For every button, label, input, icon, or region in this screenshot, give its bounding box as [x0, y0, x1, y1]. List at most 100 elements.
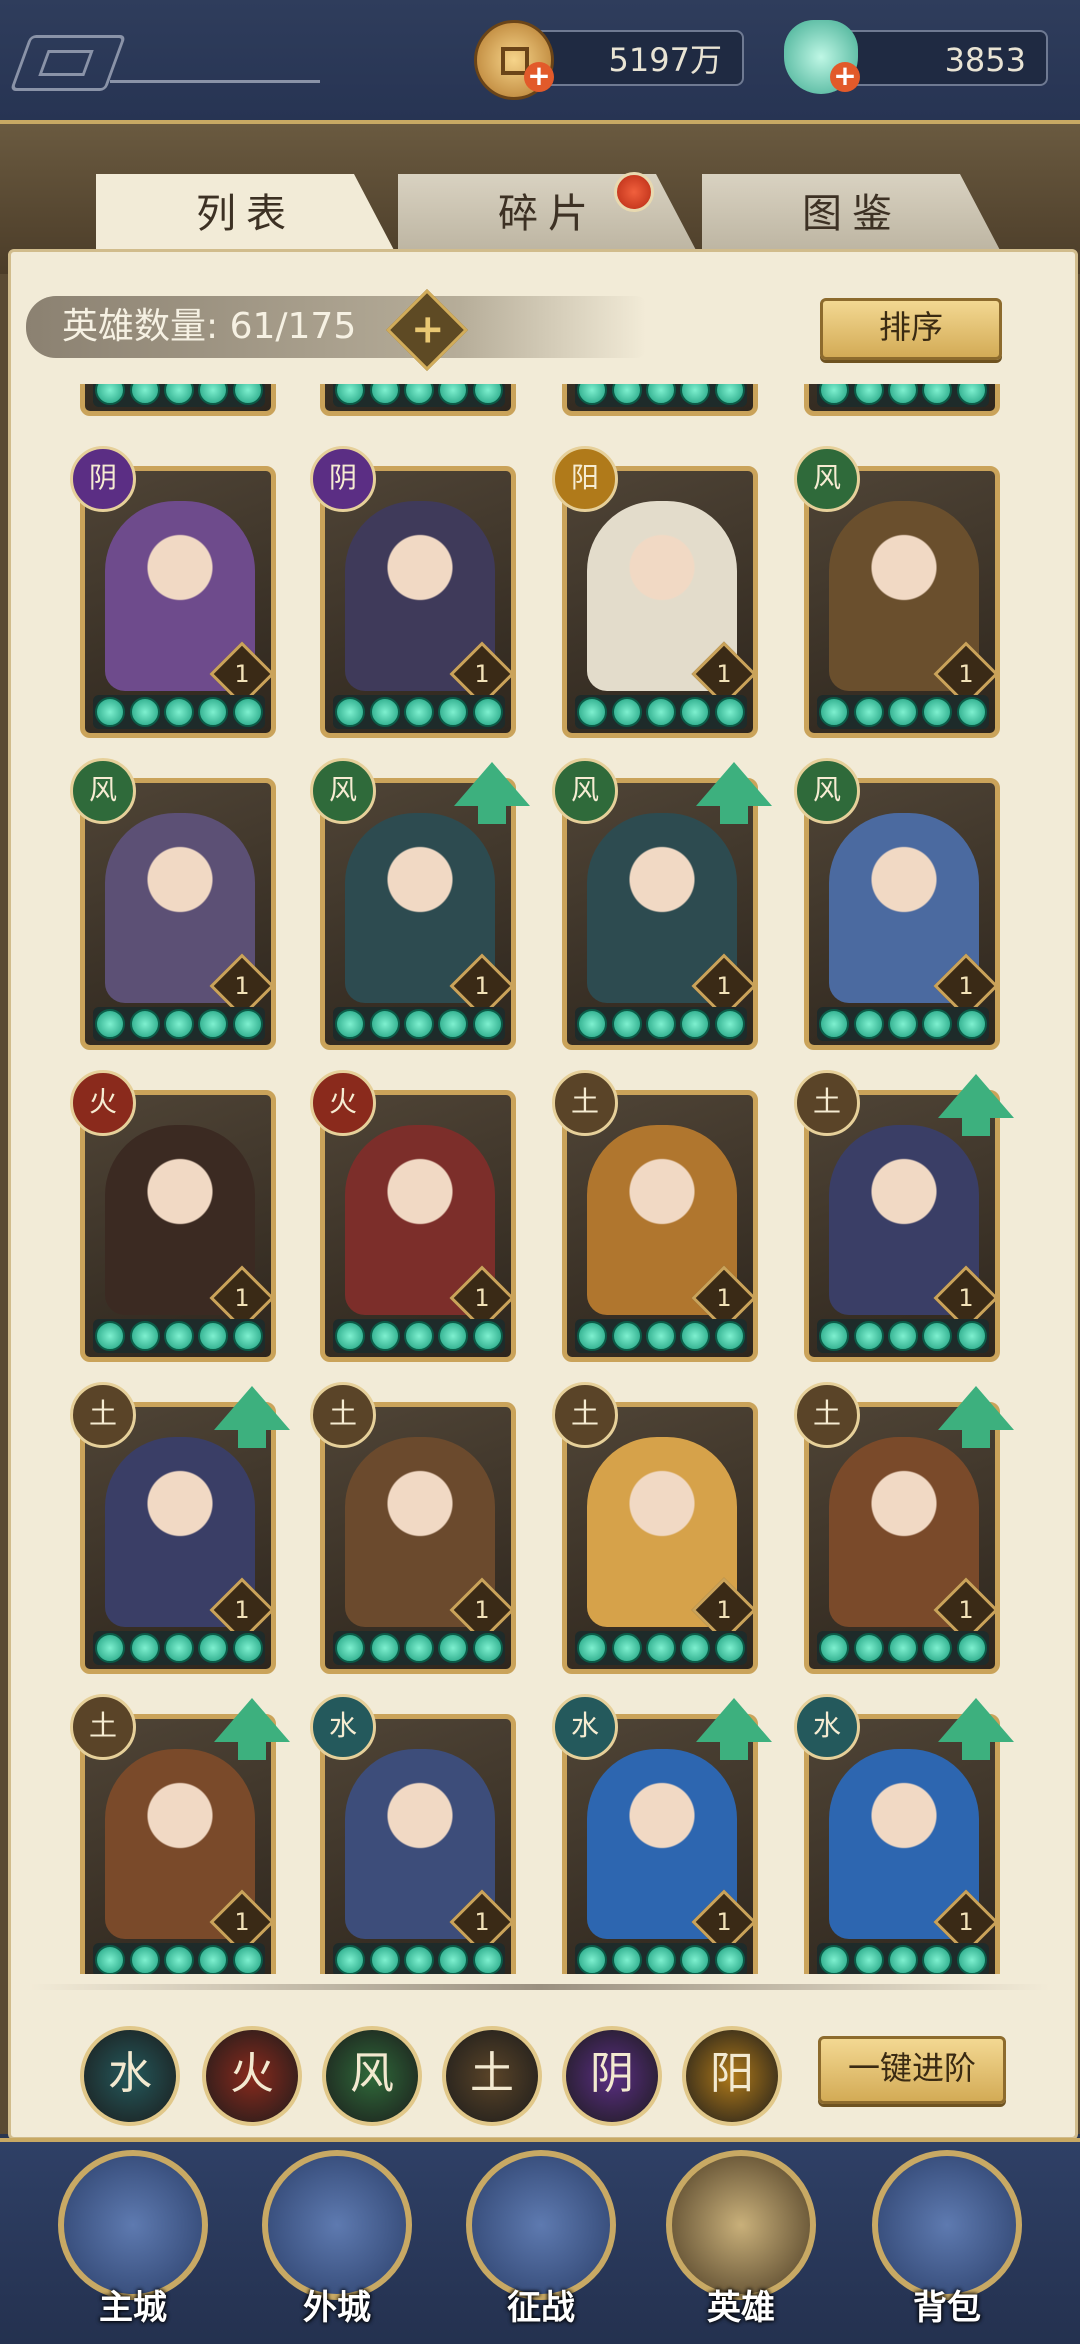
star-row	[93, 1319, 265, 1353]
star-icon	[887, 1321, 918, 1351]
star-icon	[611, 1633, 642, 1663]
star-icon	[369, 697, 400, 727]
star-row	[575, 695, 747, 729]
star-icon	[577, 1945, 608, 1974]
star-icon	[472, 1633, 503, 1663]
notification-dot	[614, 172, 654, 212]
star-icon	[95, 697, 126, 727]
nav-main-city-label: 主城	[99, 2288, 167, 2328]
element-badge: 火	[310, 1070, 376, 1136]
star-icon	[335, 1633, 366, 1663]
hero-card[interactable]	[562, 384, 758, 416]
hero-card[interactable]	[320, 384, 516, 416]
tab-list[interactable]: 列表	[96, 174, 396, 254]
star-icon	[232, 697, 263, 727]
star-icon	[922, 1321, 953, 1351]
star-row	[817, 1007, 989, 1041]
hero-level: 1	[958, 1284, 974, 1312]
star-icon	[198, 1009, 229, 1039]
element-filter-button[interactable]: 风	[322, 2026, 422, 2126]
star-icon	[438, 697, 469, 727]
element-filter-button[interactable]: 阴	[562, 2026, 662, 2126]
star-icon	[887, 384, 918, 405]
hero-level: 1	[958, 1596, 974, 1624]
star-icon	[887, 697, 918, 727]
star-icon	[129, 1633, 160, 1663]
star-icon	[956, 384, 987, 405]
star-icon	[680, 697, 711, 727]
hero-level: 1	[234, 660, 250, 688]
star-icon	[163, 1009, 194, 1039]
add-coins-button[interactable]: +	[524, 62, 554, 92]
nav-bag-button[interactable]	[872, 2150, 1022, 2300]
star-icon	[853, 697, 884, 727]
star-row	[575, 1007, 747, 1041]
element-badge: 风	[794, 758, 860, 824]
star-icon	[577, 384, 608, 405]
star-icon	[232, 1633, 263, 1663]
tab-collection[interactable]: 图鉴	[702, 174, 1002, 254]
star-icon	[819, 697, 850, 727]
element-badge: 水	[310, 1694, 376, 1760]
star-icon	[577, 697, 608, 727]
star-icon	[853, 1633, 884, 1663]
star-icon	[438, 1009, 469, 1039]
element-filter-button[interactable]: 土	[442, 2026, 542, 2126]
star-icon	[335, 1009, 366, 1039]
star-row	[333, 1319, 505, 1353]
star-icon	[232, 384, 263, 405]
star-row	[333, 1943, 505, 1974]
star-icon	[577, 1321, 608, 1351]
hero-card[interactable]	[804, 384, 1000, 416]
element-badge: 土	[552, 1070, 618, 1136]
star-icon	[438, 1321, 469, 1351]
star-icon	[680, 1321, 711, 1351]
nav-outer-city-button[interactable]	[262, 2150, 412, 2300]
hero-level: 1	[234, 1284, 250, 1312]
star-icon	[680, 1009, 711, 1039]
star-icon	[403, 1633, 434, 1663]
hero-card[interactable]	[80, 384, 276, 416]
star-icon	[163, 1321, 194, 1351]
star-icon	[611, 384, 642, 405]
hero-level: 1	[474, 1596, 490, 1624]
star-icon	[887, 1945, 918, 1974]
star-row	[575, 1631, 747, 1665]
star-icon	[680, 384, 711, 405]
element-badge: 阳	[552, 446, 618, 512]
element-filter-button[interactable]: 阳	[682, 2026, 782, 2126]
nav-campaign-button[interactable]	[466, 2150, 616, 2300]
menu-logo-icon[interactable]	[9, 35, 127, 91]
star-icon	[95, 1321, 126, 1351]
hero-count: 英雄数量: 61/175	[26, 296, 646, 358]
star-icon	[956, 697, 987, 727]
element-filter-button[interactable]: 水	[80, 2026, 180, 2126]
element-badge: 风	[794, 446, 860, 512]
star-row	[333, 384, 505, 407]
element-filter-button[interactable]: 火	[202, 2026, 302, 2126]
element-badge: 水	[794, 1694, 860, 1760]
auto-advance-button[interactable]: 一键进阶	[818, 2036, 1006, 2104]
star-icon	[714, 384, 745, 405]
star-icon	[232, 1321, 263, 1351]
add-jade-button[interactable]: +	[830, 62, 860, 92]
star-icon	[922, 1633, 953, 1663]
nav-heroes-button[interactable]	[666, 2150, 816, 2300]
star-icon	[887, 1009, 918, 1039]
star-icon	[335, 1945, 366, 1974]
star-icon	[853, 1945, 884, 1974]
upgrade-arrow-icon	[454, 762, 530, 824]
star-icon	[819, 1633, 850, 1663]
upgrade-arrow-icon	[696, 1698, 772, 1760]
star-icon	[922, 384, 953, 405]
star-icon	[129, 1321, 160, 1351]
upgrade-arrow-icon	[938, 1386, 1014, 1448]
element-badge: 土	[70, 1382, 136, 1448]
nav-heroes-label: 英雄	[707, 2288, 775, 2328]
element-badge: 土	[310, 1382, 376, 1448]
star-icon	[198, 1945, 229, 1974]
nav-main-city-button[interactable]	[58, 2150, 208, 2300]
star-icon	[645, 1945, 676, 1974]
element-badge: 水	[552, 1694, 618, 1760]
sort-button[interactable]: 排序	[820, 298, 1002, 360]
